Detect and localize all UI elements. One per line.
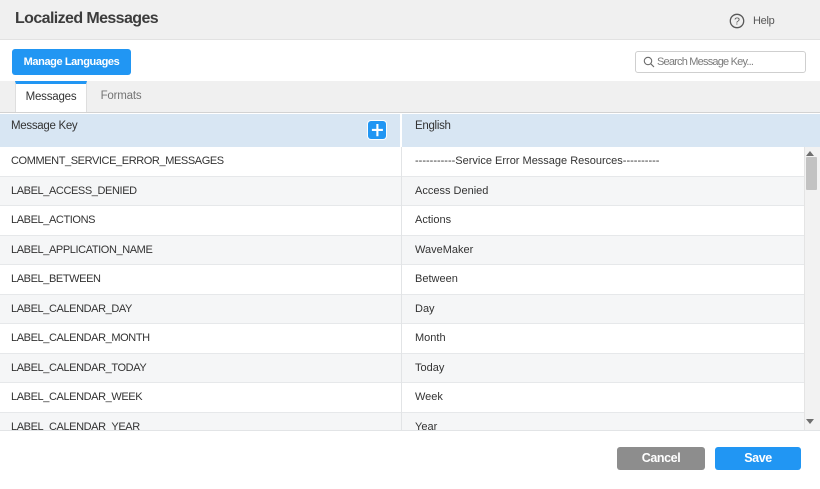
- svg-text:?: ?: [734, 16, 740, 28]
